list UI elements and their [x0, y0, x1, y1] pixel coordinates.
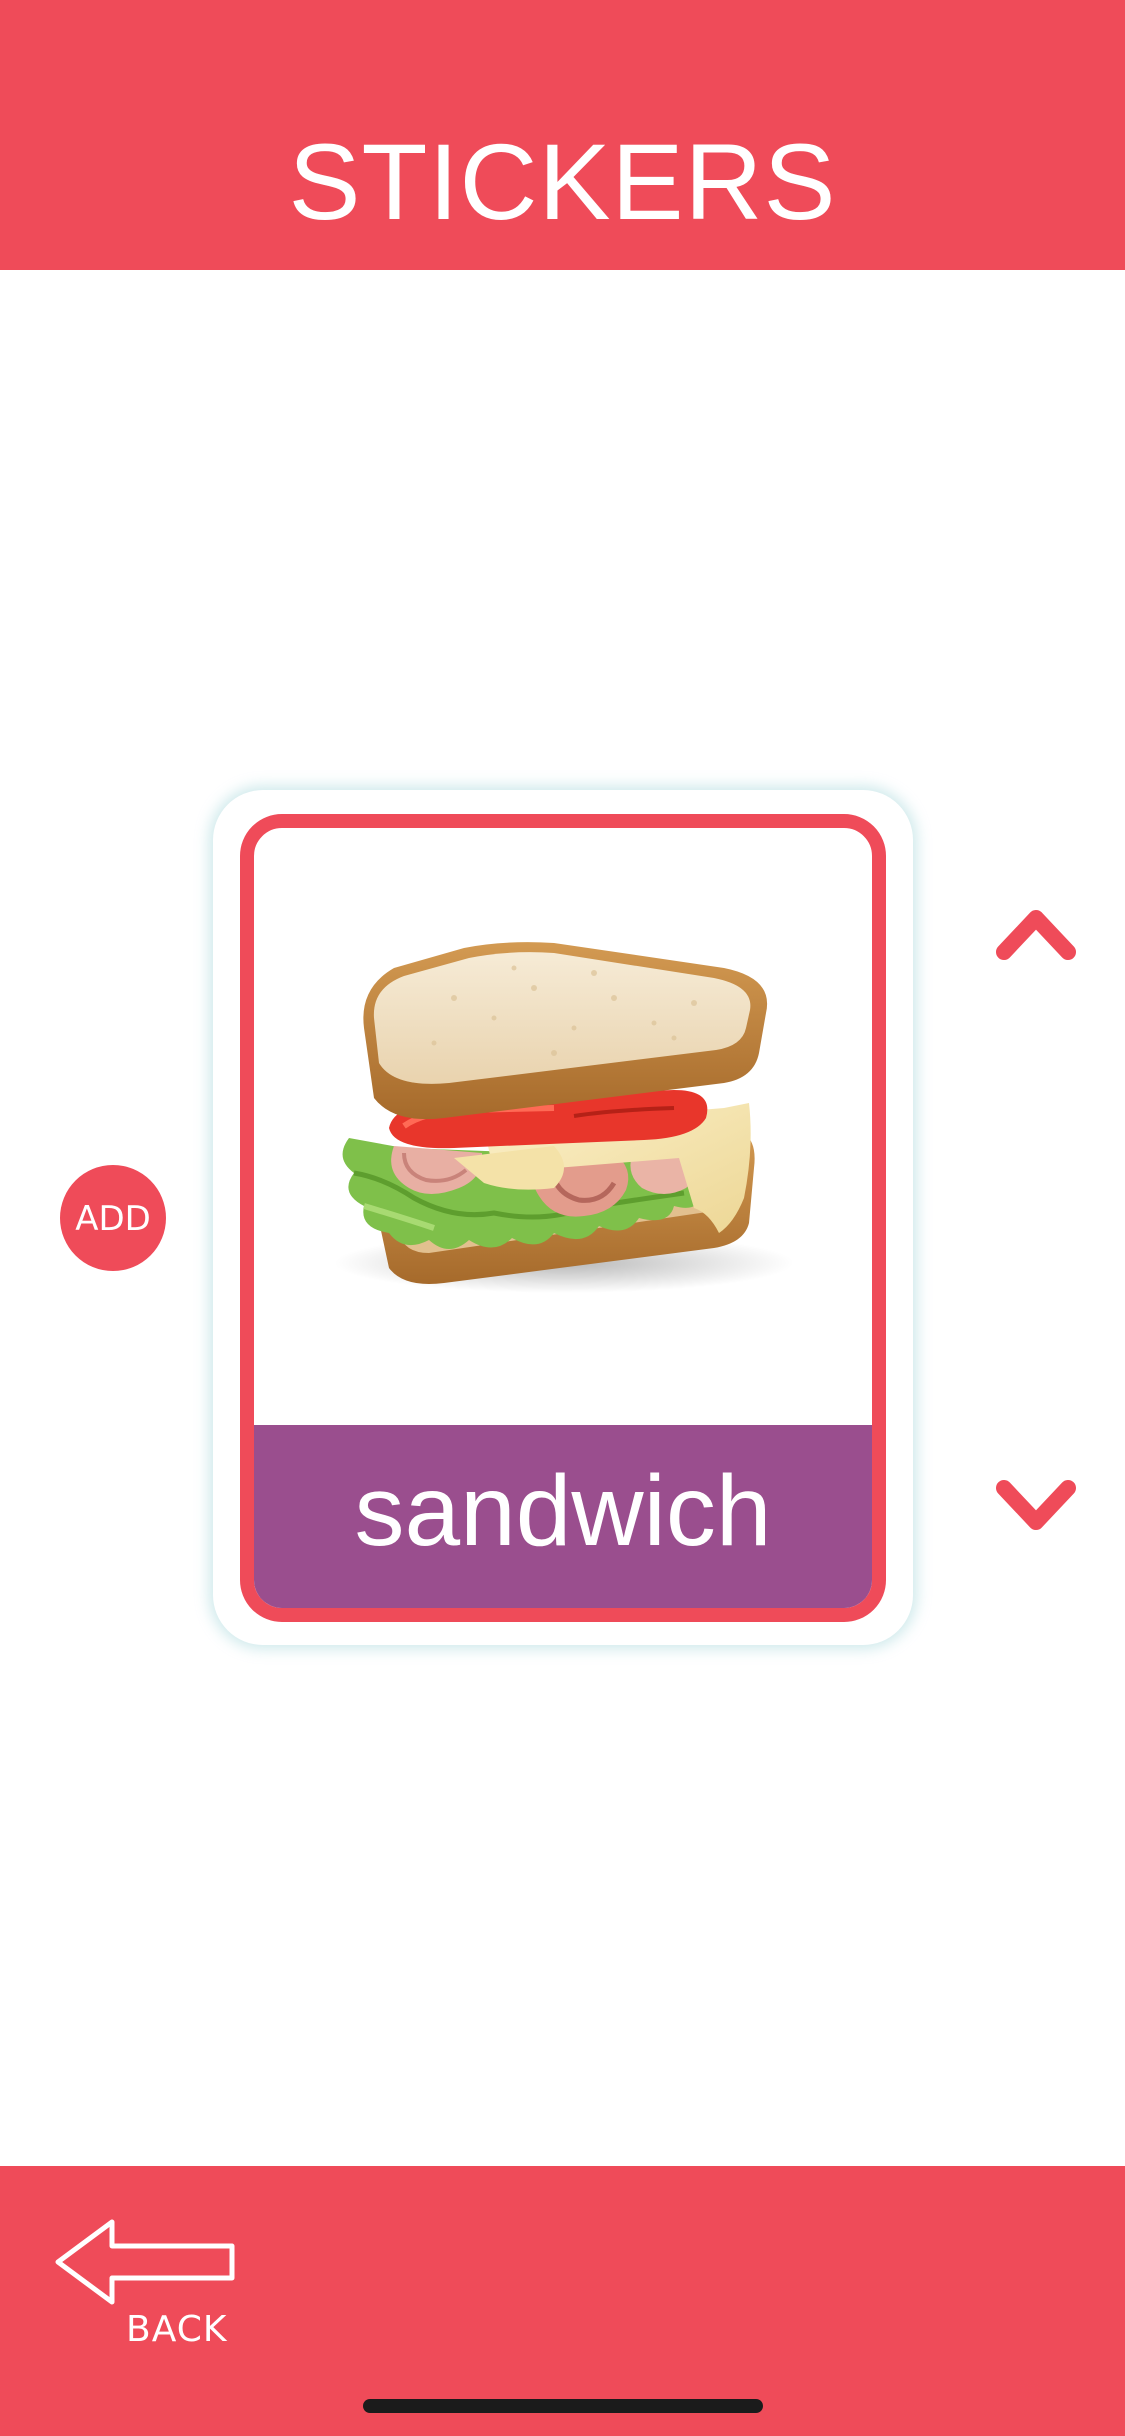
header-bar: STICKERS [0, 0, 1125, 270]
card-label: sandwich [354, 1455, 772, 1567]
home-indicator[interactable] [363, 2399, 763, 2413]
back-button[interactable]: BACK [52, 2216, 252, 2350]
next-sticker-button[interactable] [996, 1470, 1076, 1540]
arrow-left-icon [55, 2219, 235, 2305]
page-title: STICKERS [288, 121, 837, 242]
sandwich-image [334, 942, 794, 1293]
previous-sticker-button[interactable] [996, 900, 1076, 970]
stickers-screen: STICKERS sandwich ADD BACK [0, 0, 1125, 2436]
sticker-card[interactable]: sandwich [240, 814, 886, 1622]
chevron-up-icon [996, 910, 1076, 960]
back-label: BACK [126, 2309, 228, 2350]
add-label: ADD [75, 1199, 151, 1239]
card-label-bar: sandwich [254, 1425, 872, 1608]
chevron-down-icon [996, 1480, 1076, 1530]
add-button[interactable]: ADD [60, 1165, 166, 1271]
